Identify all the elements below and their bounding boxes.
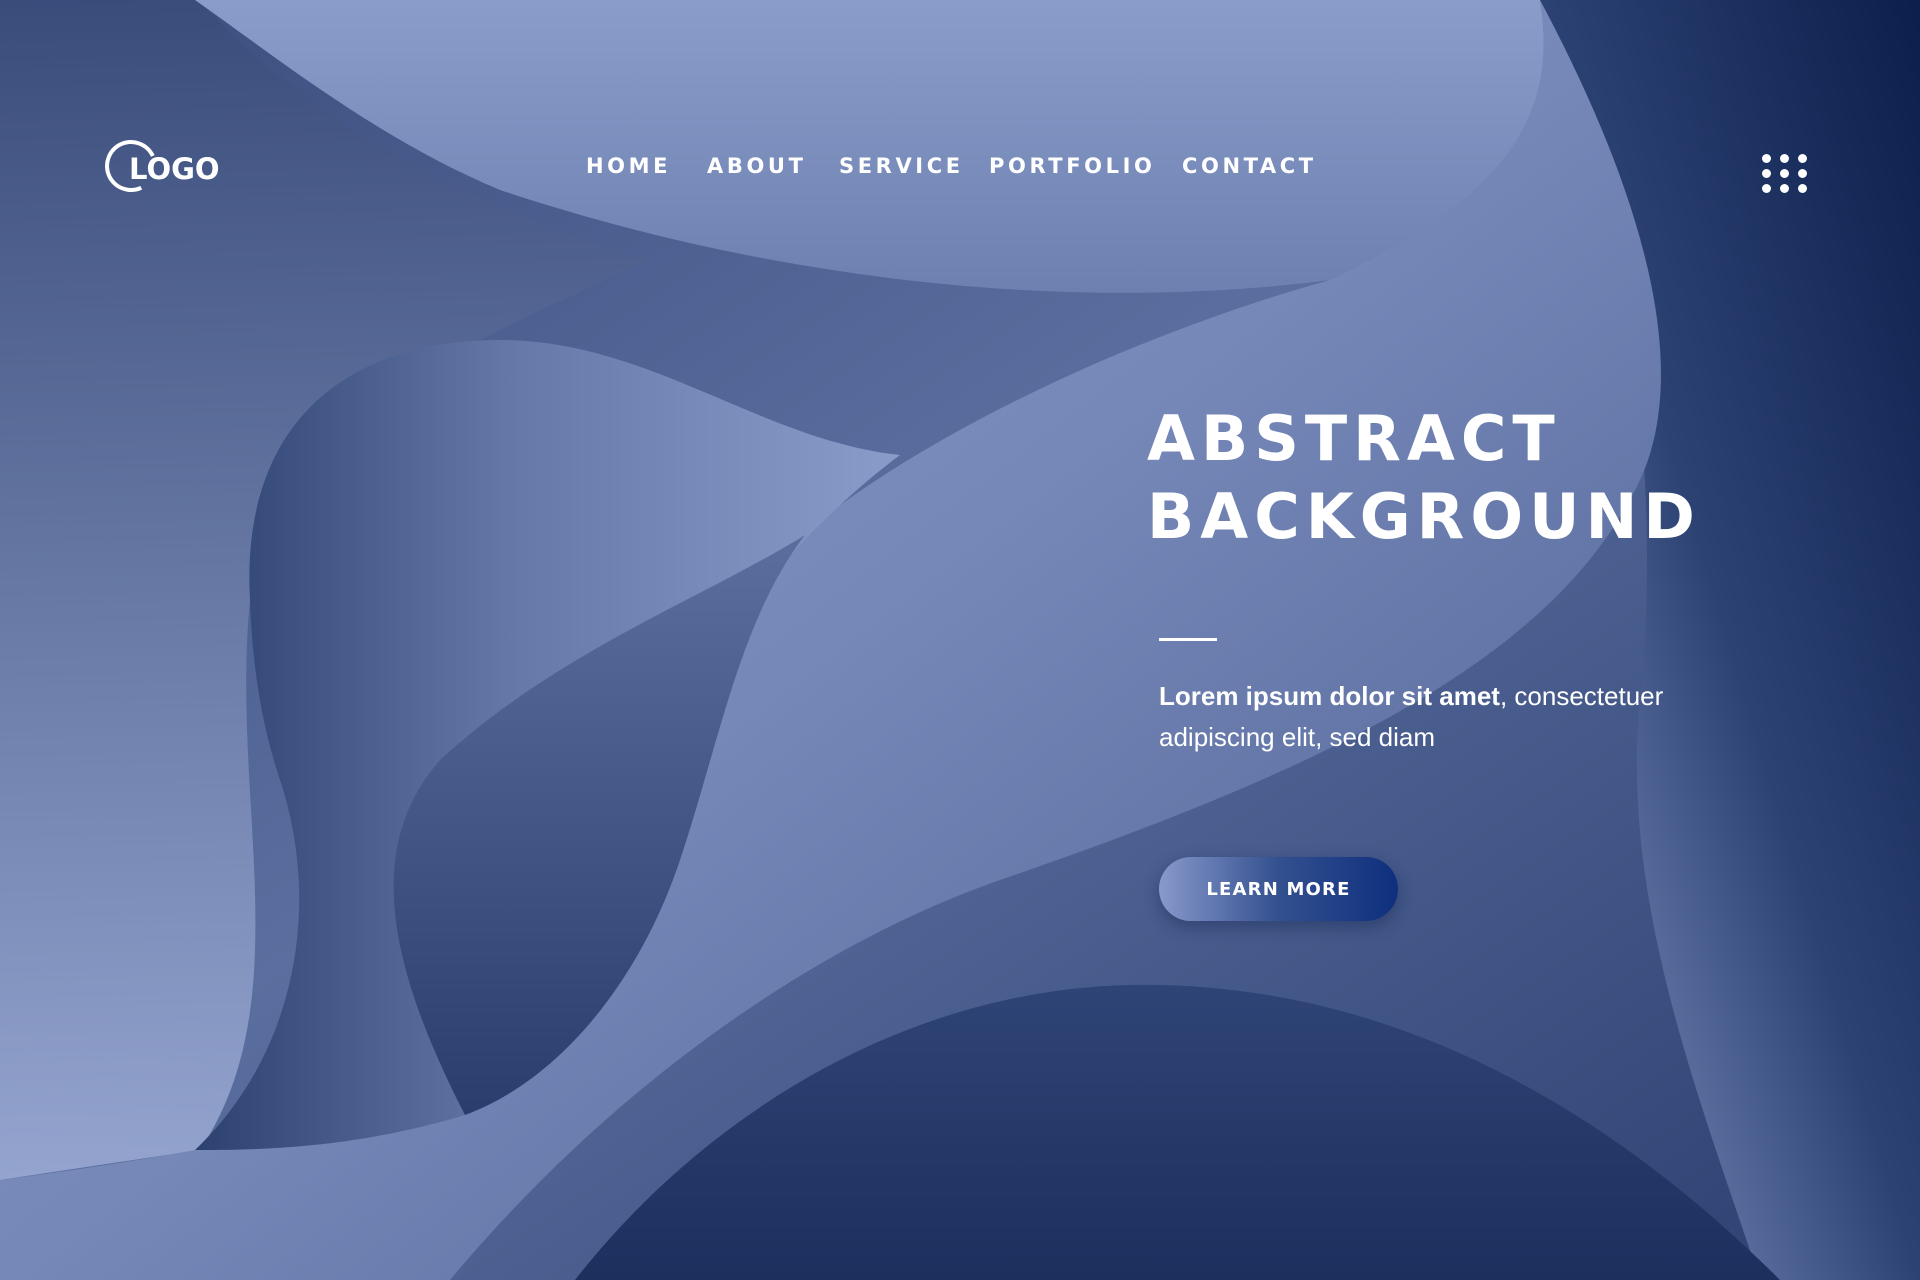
dot: [1762, 154, 1771, 163]
dot: [1798, 184, 1807, 193]
grid-dots-icon[interactable]: [1762, 154, 1816, 196]
hero-title-line-1: ABSTRACT: [1147, 402, 1561, 475]
hero-title-line-2: BACKGROUND: [1147, 480, 1701, 553]
abstract-background: [0, 0, 1920, 1280]
hero-description-bold: Lorem ipsum dolor sit amet: [1159, 681, 1500, 711]
dot: [1780, 154, 1789, 163]
dot: [1798, 169, 1807, 178]
nav-item-portfolio[interactable]: PORTFOLIO: [989, 154, 1155, 178]
hero-divider: [1159, 638, 1217, 641]
nav-item-home[interactable]: HOME: [586, 154, 671, 178]
learn-more-button[interactable]: LEARN MORE: [1159, 857, 1398, 921]
landing-page: LOGO HOME ABOUT SERVICE PORTFOLIO CONTAC…: [0, 0, 1920, 1280]
logo-text: LOGO: [129, 152, 220, 186]
dot: [1762, 184, 1771, 193]
dot: [1762, 169, 1771, 178]
dot: [1798, 154, 1807, 163]
hero-description: Lorem ipsum dolor sit amet, consectetuer…: [1159, 676, 1719, 758]
nav-item-contact[interactable]: CONTACT: [1182, 154, 1317, 178]
dot: [1780, 169, 1789, 178]
logo[interactable]: LOGO: [97, 132, 220, 202]
hero-title: ABSTRACT BACKGROUND: [1147, 400, 1701, 556]
nav-item-about[interactable]: ABOUT: [707, 154, 807, 178]
dot: [1780, 184, 1789, 193]
nav-item-service[interactable]: SERVICE: [839, 154, 964, 178]
